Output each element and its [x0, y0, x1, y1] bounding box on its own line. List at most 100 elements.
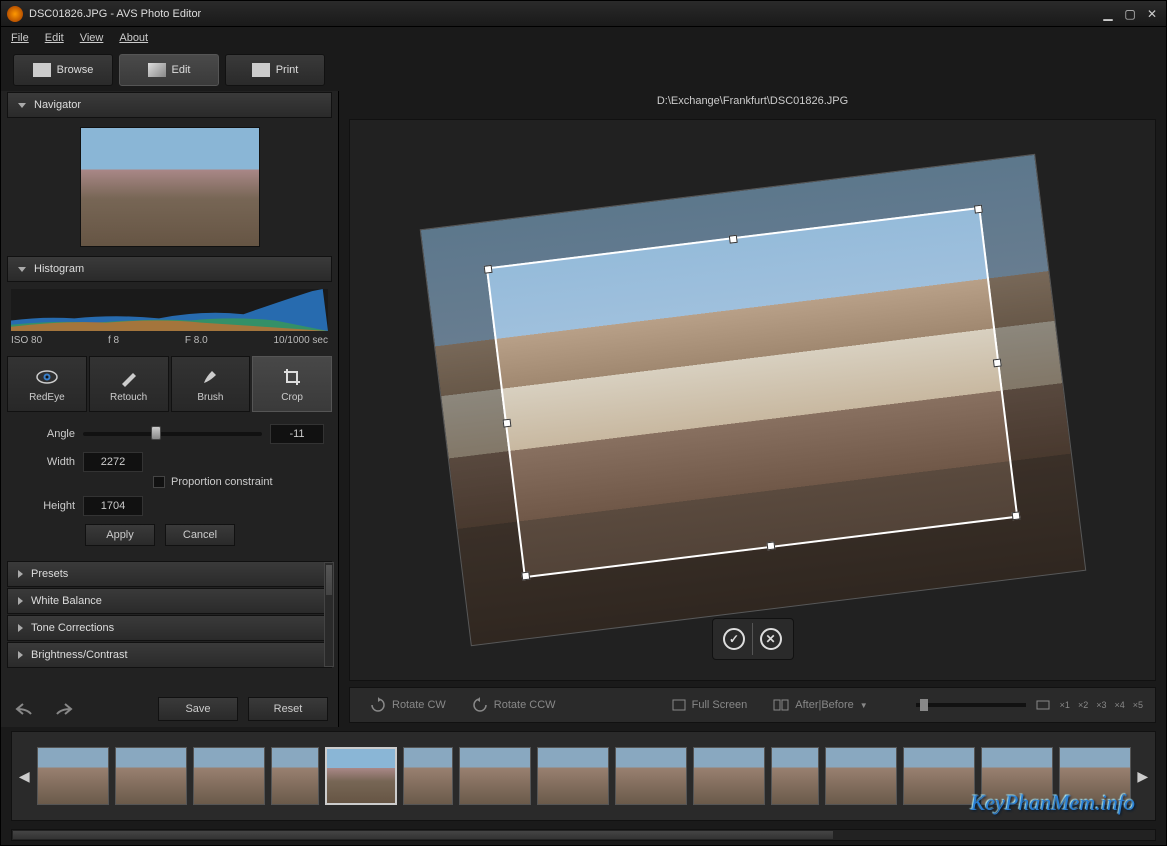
- minimize-button[interactable]: ▁: [1100, 7, 1116, 21]
- menu-about[interactable]: About: [119, 32, 148, 44]
- iso-label: ISO 80: [11, 335, 42, 346]
- thumbnail-10[interactable]: [693, 747, 765, 805]
- crop-handle-br[interactable]: [1011, 511, 1020, 520]
- canvas[interactable]: ✓ ✕: [349, 119, 1156, 681]
- close-button[interactable]: ✕: [1144, 7, 1160, 21]
- redo-button[interactable]: [49, 698, 77, 720]
- filmstrip-prev[interactable]: ◀: [18, 768, 31, 785]
- after-before-button[interactable]: After|Before ▼: [765, 695, 875, 715]
- thumbnail-15[interactable]: [1059, 747, 1131, 805]
- thumbnail-7[interactable]: [459, 747, 531, 805]
- tool-crop[interactable]: Crop: [252, 356, 332, 412]
- zoom-x1[interactable]: ×1: [1060, 700, 1070, 710]
- height-input[interactable]: [83, 496, 143, 516]
- chevron-right-icon: [18, 597, 23, 605]
- app-window: DSC01826.JPG - AVS Photo Editor ▁ ▢ ✕ Fi…: [0, 0, 1167, 846]
- navigator-thumbnail[interactable]: [80, 127, 260, 247]
- confirm-ok-button[interactable]: ✓: [717, 623, 753, 655]
- tool-redeye[interactable]: RedEye: [7, 356, 87, 412]
- save-button[interactable]: Save: [158, 697, 238, 721]
- app-icon: [7, 6, 23, 22]
- maximize-button[interactable]: ▢: [1122, 7, 1138, 21]
- brightness-header[interactable]: Brightness/Contrast: [7, 642, 332, 668]
- fit-icon[interactable]: [1036, 700, 1050, 710]
- reset-button[interactable]: Reset: [248, 697, 328, 721]
- crop-handle-r[interactable]: [992, 358, 1001, 367]
- navigator-header[interactable]: Navigator: [7, 92, 332, 118]
- angle-slider[interactable]: [83, 432, 262, 436]
- menu-view[interactable]: View: [80, 32, 104, 44]
- thumbnail-8[interactable]: [537, 747, 609, 805]
- thumbnail-11[interactable]: [771, 747, 819, 805]
- thumbnail-5[interactable]: [325, 747, 397, 805]
- histogram-meta: ISO 80 f 8 F 8.0 10/1000 sec: [11, 335, 328, 346]
- crop-controls: Angle -11 Width Proportion constraint: [1, 416, 338, 554]
- rotate-cw-icon: [370, 697, 386, 713]
- thumbnail-13[interactable]: [903, 747, 975, 805]
- mode-edit-label: Edit: [172, 64, 191, 76]
- after-before-label: After|Before: [795, 699, 854, 711]
- presets-header[interactable]: Presets: [7, 561, 332, 587]
- crop-handle-b[interactable]: [766, 541, 775, 550]
- crop-frame[interactable]: [485, 207, 1017, 578]
- tool-crop-label: Crop: [281, 392, 303, 403]
- zoom-x5[interactable]: ×5: [1133, 700, 1143, 710]
- horizontal-scrollbar[interactable]: [11, 829, 1156, 841]
- thumbnail-1[interactable]: [37, 747, 109, 805]
- proportion-checkbox[interactable]: [153, 476, 165, 488]
- thumbnail-6[interactable]: [403, 747, 453, 805]
- crop-icon: [281, 366, 303, 388]
- zoom-slider[interactable]: [916, 703, 1026, 707]
- mode-print-button[interactable]: Print: [225, 54, 325, 86]
- width-input[interactable]: [83, 452, 143, 472]
- f-label: f 8: [108, 335, 119, 346]
- menu-file[interactable]: File: [11, 32, 29, 44]
- tone-header[interactable]: Tone Corrections: [7, 615, 332, 641]
- thumbnail-14[interactable]: [981, 747, 1053, 805]
- histogram-header[interactable]: Histogram: [7, 256, 332, 282]
- angle-value[interactable]: -11: [270, 424, 324, 444]
- mode-browse-button[interactable]: Browse: [13, 54, 113, 86]
- thumbnail-9[interactable]: [615, 747, 687, 805]
- filmstrip-next[interactable]: ▶: [1137, 768, 1150, 785]
- cancel-button[interactable]: Cancel: [165, 524, 235, 546]
- tool-brush[interactable]: Brush: [171, 356, 251, 412]
- undo-button[interactable]: [11, 698, 39, 720]
- crop-handle-tl[interactable]: [483, 265, 492, 274]
- zoom-x3[interactable]: ×3: [1096, 700, 1106, 710]
- crop-handle-tr[interactable]: [973, 205, 982, 214]
- crop-handle-l[interactable]: [502, 418, 511, 427]
- tools-row: RedEye Retouch Brush Crop: [1, 352, 338, 416]
- browse-icon: [33, 63, 51, 77]
- white-balance-label: White Balance: [31, 595, 102, 607]
- rotate-cw-button[interactable]: Rotate CW: [362, 693, 454, 717]
- thumbnail-4[interactable]: [271, 747, 319, 805]
- chevron-down-icon: [18, 267, 26, 272]
- menu-edit[interactable]: Edit: [45, 32, 64, 44]
- zoom-x4[interactable]: ×4: [1114, 700, 1124, 710]
- histogram-chart: [11, 289, 328, 331]
- thumbnail-3[interactable]: [193, 747, 265, 805]
- mode-bar: Browse Edit Print: [1, 49, 1166, 91]
- fullscreen-button[interactable]: Full Screen: [664, 695, 756, 715]
- mode-print-label: Print: [276, 64, 299, 76]
- sidebar-scrollbar[interactable]: [324, 562, 334, 667]
- crop-handle-t[interactable]: [728, 235, 737, 244]
- crop-confirm-bar: ✓ ✕: [712, 618, 794, 660]
- navigator-label: Navigator: [34, 99, 81, 111]
- thumbnail-12[interactable]: [825, 747, 897, 805]
- apply-button[interactable]: Apply: [85, 524, 155, 546]
- mode-edit-button[interactable]: Edit: [119, 54, 219, 86]
- proportion-label: Proportion constraint: [171, 476, 273, 488]
- confirm-cancel-button[interactable]: ✕: [753, 623, 789, 655]
- tool-retouch[interactable]: Retouch: [89, 356, 169, 412]
- crop-handle-bl[interactable]: [521, 572, 530, 581]
- sidebar: Navigator Histogram ISO 80: [1, 91, 339, 727]
- photo-image[interactable]: [419, 154, 1086, 646]
- brightness-label: Brightness/Contrast: [31, 649, 128, 661]
- thumbnail-2[interactable]: [115, 747, 187, 805]
- sidebar-actions: Save Reset: [1, 691, 338, 727]
- zoom-x2[interactable]: ×2: [1078, 700, 1088, 710]
- rotate-ccw-button[interactable]: Rotate CCW: [464, 693, 564, 717]
- white-balance-header[interactable]: White Balance: [7, 588, 332, 614]
